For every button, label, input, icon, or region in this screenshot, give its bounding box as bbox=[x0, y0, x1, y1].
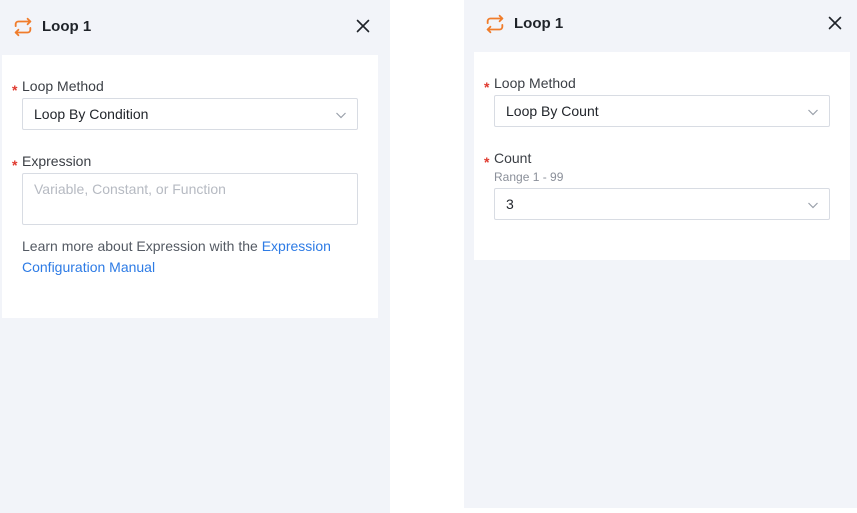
chevron-down-icon bbox=[807, 199, 819, 211]
loop-method-value: Loop By Condition bbox=[34, 106, 149, 122]
config-card: * Loop Method Loop By Count * Count Rang… bbox=[474, 52, 850, 260]
help-text: Learn more about Expression with the bbox=[22, 238, 262, 254]
count-value: 3 bbox=[506, 196, 514, 212]
close-icon[interactable] bbox=[826, 14, 844, 32]
panel-header: Loop 1 bbox=[464, 0, 857, 52]
count-select[interactable]: 3 bbox=[494, 188, 830, 220]
expression-help-text: Learn more about Expression with the Exp… bbox=[22, 236, 358, 278]
loop-method-select[interactable]: Loop By Condition bbox=[22, 98, 358, 130]
loop-config-panel-left: Loop 1 * Loop Method Loop By Condition *… bbox=[0, 0, 390, 513]
loop-method-select[interactable]: Loop By Count bbox=[494, 95, 830, 127]
panel-header: Loop 1 bbox=[0, 0, 390, 52]
panel-title: Loop 1 bbox=[514, 15, 564, 32]
required-marker: * bbox=[484, 154, 490, 170]
panel-title: Loop 1 bbox=[42, 18, 92, 35]
loop-icon bbox=[12, 16, 34, 38]
loop-method-label: Loop Method bbox=[22, 78, 104, 94]
chevron-down-icon bbox=[807, 106, 819, 118]
required-marker: * bbox=[12, 157, 18, 173]
loop-method-value: Loop By Count bbox=[506, 103, 599, 119]
expression-input[interactable] bbox=[22, 173, 358, 225]
expression-label: Expression bbox=[22, 153, 92, 169]
config-card: * Loop Method Loop By Condition * Expres… bbox=[2, 55, 378, 318]
loop-icon bbox=[484, 13, 506, 35]
count-range-hint: Range 1 - 99 bbox=[494, 170, 564, 184]
loop-config-panel-right: Loop 1 * Loop Method Loop By Count * Cou… bbox=[464, 0, 857, 508]
required-marker: * bbox=[12, 82, 18, 98]
count-label: Count bbox=[494, 150, 532, 166]
loop-method-label: Loop Method bbox=[494, 75, 576, 91]
close-icon[interactable] bbox=[354, 17, 372, 35]
required-marker: * bbox=[484, 79, 490, 95]
chevron-down-icon bbox=[335, 109, 347, 121]
